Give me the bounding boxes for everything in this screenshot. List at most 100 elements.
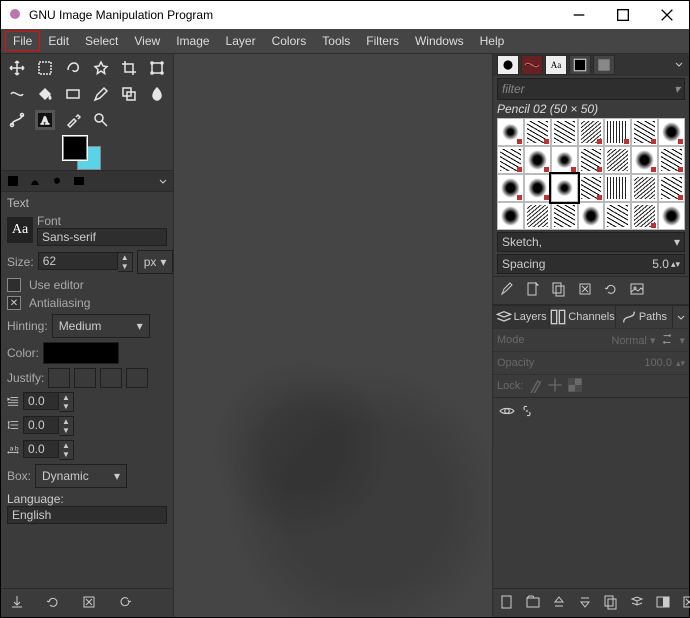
brush-filter-input[interactable]: filter▾ <box>497 78 685 100</box>
tool-fuzzy-select[interactable] <box>91 58 111 78</box>
delete-brush-icon[interactable] <box>577 281 593 300</box>
antialias-checkbox[interactable]: ✕ <box>7 296 21 310</box>
mode-select[interactable]: Normal ▾ <box>611 334 655 347</box>
font-field[interactable]: Sans-serif <box>37 228 167 246</box>
tab-history[interactable] <box>569 55 591 75</box>
brush-selected[interactable] <box>551 174 578 202</box>
lock-pixels-icon[interactable] <box>527 377 543 396</box>
line-spacing-field[interactable]: 0.0 <box>23 416 59 434</box>
tool-pencil[interactable] <box>91 84 111 104</box>
raise-layer-icon[interactable] <box>551 594 567 613</box>
menu-file[interactable]: File <box>5 31 40 51</box>
new-layer-icon[interactable] <box>499 594 515 613</box>
link-icon[interactable] <box>519 403 533 417</box>
menu-filters[interactable]: Filters <box>358 31 407 51</box>
box-label: Box: <box>7 469 31 483</box>
minimize-button[interactable] <box>557 1 601 29</box>
size-field[interactable]: 62 <box>38 252 118 270</box>
brush-spacing-slider[interactable]: Spacing5.0▴▾ <box>497 254 685 274</box>
dock-menu-arrow[interactable] <box>157 175 169 187</box>
tool-rect-select[interactable] <box>35 58 55 78</box>
new-brush-icon[interactable] <box>525 281 541 300</box>
tab-patterns[interactable] <box>521 55 543 75</box>
duplicate-layer-icon[interactable] <box>603 594 619 613</box>
justify-right[interactable] <box>74 368 96 388</box>
menu-image[interactable]: Image <box>168 31 217 51</box>
tool-warp[interactable] <box>7 84 27 104</box>
size-down[interactable]: ▼ <box>118 262 132 271</box>
tool-color-picker[interactable] <box>63 110 83 130</box>
tab-tool-options[interactable] <box>5 173 21 189</box>
text-color-chip[interactable] <box>43 342 119 364</box>
refresh-brushes-icon[interactable] <box>603 281 619 300</box>
font-preview-icon[interactable]: Aa <box>7 217 33 243</box>
size-up[interactable]: ▲ <box>118 253 132 262</box>
maximize-button[interactable] <box>601 1 645 29</box>
tab-undo-history[interactable] <box>49 173 65 189</box>
lock-position-icon[interactable] <box>547 377 563 396</box>
merge-layer-icon[interactable] <box>629 594 645 613</box>
color-swatches[interactable] <box>63 136 103 170</box>
hinting-select[interactable]: Medium▾ <box>52 314 150 338</box>
mask-layer-icon[interactable] <box>655 594 671 613</box>
menu-select[interactable]: Select <box>77 31 126 51</box>
menu-help[interactable]: Help <box>472 31 513 51</box>
tool-crop[interactable] <box>119 58 139 78</box>
menu-windows[interactable]: Windows <box>407 31 472 51</box>
tab-images[interactable] <box>71 173 87 189</box>
menu-view[interactable]: View <box>126 31 168 51</box>
tool-zoom[interactable] <box>91 110 111 130</box>
new-group-icon[interactable] <box>525 594 541 613</box>
restore-preset-icon[interactable] <box>45 594 61 613</box>
fg-color-swatch[interactable] <box>63 136 87 160</box>
menu-colors[interactable]: Colors <box>264 31 315 51</box>
tab-channels[interactable]: Channels <box>550 306 615 328</box>
tab-fonts[interactable]: Aa <box>545 55 567 75</box>
layer-list[interactable] <box>493 397 689 422</box>
tool-gradient[interactable] <box>63 84 83 104</box>
eye-icon[interactable] <box>499 403 513 417</box>
menu-tools[interactable]: Tools <box>314 31 358 51</box>
menu-layer[interactable]: Layer <box>218 31 264 51</box>
indent-field[interactable]: 0.0 <box>23 392 59 410</box>
duplicate-brush-icon[interactable] <box>551 281 567 300</box>
use-editor-checkbox[interactable] <box>7 278 21 292</box>
close-button[interactable] <box>645 1 689 29</box>
justify-fill[interactable] <box>126 368 148 388</box>
tab-device[interactable] <box>27 173 43 189</box>
tool-move[interactable] <box>7 58 27 78</box>
opacity-value[interactable]: 100.0 <box>644 357 672 369</box>
size-unit-select[interactable]: px▾ <box>137 250 173 274</box>
brush-grid[interactable] <box>497 118 685 230</box>
tool-paths[interactable] <box>7 110 27 130</box>
tool-text[interactable]: A <box>35 110 55 130</box>
justify-left[interactable] <box>48 368 70 388</box>
save-preset-icon[interactable] <box>9 594 25 613</box>
box-select[interactable]: Dynamic▾ <box>35 464 127 488</box>
letter-spacing-field[interactable]: 0.0 <box>23 440 59 458</box>
canvas-area[interactable] <box>174 54 492 617</box>
brush-preset-select[interactable]: Sketch,▾ <box>497 232 685 252</box>
tab-menu-arrow[interactable] <box>673 58 685 73</box>
tab-paths[interactable]: Paths <box>616 306 673 328</box>
tool-transform[interactable] <box>147 58 167 78</box>
layers-dock-menu[interactable] <box>673 306 689 328</box>
lock-alpha-icon[interactable] <box>567 377 583 396</box>
reset-preset-icon[interactable] <box>117 594 133 613</box>
tool-clone[interactable] <box>119 84 139 104</box>
tab-gradients[interactable] <box>593 55 615 75</box>
open-as-image-icon[interactable] <box>629 281 645 300</box>
tool-free-select[interactable] <box>63 58 83 78</box>
delete-preset-icon[interactable] <box>81 594 97 613</box>
tab-brushes[interactable] <box>497 55 519 75</box>
language-field[interactable]: English <box>7 506 167 524</box>
lower-layer-icon[interactable] <box>577 594 593 613</box>
tab-layers[interactable]: Layers <box>493 306 550 328</box>
edit-brush-icon[interactable] <box>499 281 515 300</box>
mode-swap-icon[interactable] <box>659 331 675 350</box>
justify-center[interactable] <box>100 368 122 388</box>
delete-layer-icon[interactable] <box>681 594 690 613</box>
menu-edit[interactable]: Edit <box>40 31 77 51</box>
tool-smudge[interactable] <box>147 84 167 104</box>
tool-bucket[interactable] <box>35 84 55 104</box>
